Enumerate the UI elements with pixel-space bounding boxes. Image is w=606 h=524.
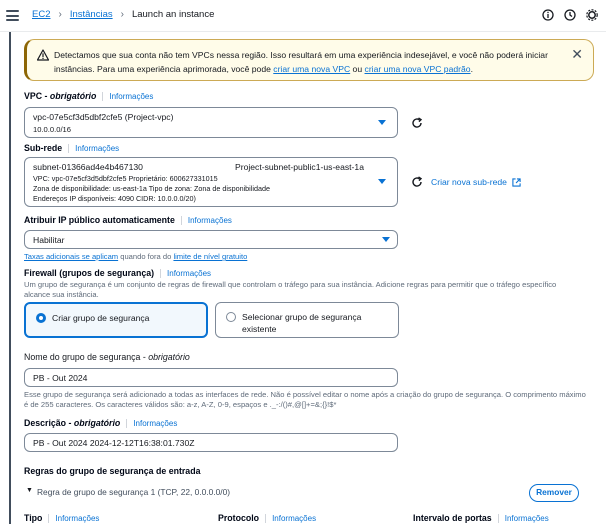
subnet-select[interactable]: subnet-01366ad4e4b467130 Project-subnet-…	[24, 157, 398, 207]
sg-description-required: obrigatório	[73, 418, 121, 428]
info-icon[interactable]	[542, 9, 554, 21]
column-protocol-label: Protocolo Informações	[218, 513, 317, 523]
vpc-cidr: 10.0.0.0/16	[33, 125, 72, 134]
subnet-label-text: Sub-rede	[24, 143, 63, 153]
public-ip-note-text: quando fora do	[118, 252, 174, 261]
radio-select-existing-security-group[interactable]: Selecionar grupo de segurança existente	[215, 302, 399, 338]
sg-description-label: Descrição - obrigatório Informações	[24, 418, 178, 428]
radio-dot	[226, 312, 236, 322]
public-ip-note: Taxas adicionais se aplicam quando fora …	[24, 252, 247, 262]
column-type-text: Tipo	[24, 513, 43, 523]
warning-text-end: .	[470, 64, 473, 74]
breadcrumb-current: Launch an instance	[131, 9, 215, 20]
caret-down-icon[interactable]: ▼	[26, 487, 33, 494]
firewall-info-link[interactable]: Informações	[160, 269, 212, 278]
firewall-label-text: Firewall (grupos de segurança)	[24, 268, 155, 278]
column-port-range-info-link[interactable]: Informações	[497, 514, 549, 523]
top-navigation-bar: EC2 › Instâncias › Launch an instance	[0, 0, 606, 32]
sg-description-value: PB - Out 2024 2024-12-12T16:38:01.730Z	[33, 438, 195, 448]
breadcrumb-ec2[interactable]: EC2	[32, 9, 50, 20]
close-icon[interactable]: ✕	[571, 47, 583, 61]
caret-down-icon	[378, 120, 386, 125]
column-protocol-info-link[interactable]: Informações	[265, 514, 317, 523]
breadcrumb-instances[interactable]: Instâncias	[70, 9, 113, 20]
public-ip-value: Habilitar	[33, 235, 65, 245]
radio-dot	[36, 313, 46, 323]
external-link-icon[interactable]	[512, 178, 521, 187]
radio-select-label-line1: Selecionar grupo de segurança	[242, 312, 362, 322]
column-protocol-text: Protocolo	[218, 513, 260, 523]
additional-charges-link[interactable]: Taxas adicionais se aplicam	[24, 252, 118, 261]
vpc-label: VPC - obrigatório Informações	[24, 91, 154, 101]
create-subnet-link[interactable]: Criar nova sub-rede	[431, 177, 507, 187]
sg-name-description: Esse grupo de segurança será adicionado …	[24, 390, 586, 409]
breadcrumb: EC2 › Instâncias › Launch an instance	[32, 9, 214, 20]
subnet-detail-zone: Zona de disponibilidade: us-east-1a Tipo…	[33, 184, 270, 193]
subnet-detail-ips: Endereços IP disponíveis: 4090 CIDR: 10.…	[33, 194, 196, 203]
radio-create-label: Criar grupo de segurança	[52, 313, 150, 323]
sg-name-label-text: Nome do grupo de segurança -	[24, 352, 149, 362]
caret-down-icon	[382, 237, 390, 242]
menu-icon[interactable]	[6, 10, 19, 21]
sg-description-label-text: Descrição -	[24, 418, 74, 428]
vpc-info-link[interactable]: Informações	[102, 92, 154, 101]
caret-down-icon	[378, 179, 386, 184]
radio-select-label: Selecionar grupo de segurança existente	[242, 311, 361, 335]
public-ip-label-text: Atribuir IP público automaticamente	[24, 215, 175, 225]
create-default-vpc-link[interactable]: criar uma nova VPC padrão	[365, 64, 471, 74]
public-ip-label: Atribuir IP público automaticamente Infor…	[24, 215, 232, 225]
sg-name-input[interactable]: PB - Out 2024	[24, 368, 398, 387]
chevron-right-icon: ›	[120, 9, 124, 20]
settings-icon[interactable]	[586, 9, 598, 21]
radio-create-security-group[interactable]: Criar grupo de segurança	[24, 302, 208, 338]
refresh-icon[interactable]	[411, 176, 423, 188]
public-ip-info-link[interactable]: Informações	[180, 216, 232, 225]
firewall-label: Firewall (grupos de segurança) Informaçõe…	[24, 268, 212, 278]
vpc-required: obrigatório	[49, 91, 97, 101]
side-navigation-rail	[9, 32, 11, 524]
sg-name-value: PB - Out 2024	[33, 373, 88, 383]
vpc-label-text: VPC -	[24, 91, 50, 101]
subnet-id: subnet-01366ad4e4b467130	[33, 162, 143, 172]
inbound-rules-title: Regras do grupo de segurança de entrada	[24, 466, 201, 476]
free-tier-limit-link[interactable]: limite de nível gratuito	[173, 252, 247, 261]
radio-select-label-line2: existente	[242, 324, 277, 334]
inbound-rule-1-label[interactable]: Regra de grupo de segurança 1 (TCP, 22, …	[37, 487, 230, 497]
create-vpc-link[interactable]: criar uma nova VPC	[273, 64, 350, 74]
warning-icon	[37, 49, 49, 61]
column-type-label: Tipo Informações	[24, 513, 100, 523]
subnet-name: Project-subnet-public1-us-east-1a	[235, 162, 364, 172]
sg-name-required: obrigatório	[148, 352, 190, 362]
subnet-label: Sub-rede Informações	[24, 143, 120, 153]
sg-description-info-link[interactable]: Informações	[126, 419, 178, 428]
sg-name-label: Nome do grupo de segurança - obrigatório	[24, 352, 190, 362]
chevron-right-icon: ›	[58, 9, 62, 20]
sg-description-input[interactable]: PB - Out 2024 2024-12-12T16:38:01.730Z	[24, 433, 398, 452]
no-vpc-warning-alert: Detectamos que sua conta não tem VPCs ne…	[24, 39, 594, 81]
vpc-select[interactable]: vpc-07e5cf3d5dbf2cfe5 (Project-vpc) 10.0…	[24, 107, 398, 138]
subnet-detail-vpc: VPC: vpc-07e5cf3d5dbf2cfe5 Proprietário:…	[33, 174, 218, 183]
vpc-select-value: vpc-07e5cf3d5dbf2cfe5 (Project-vpc)	[33, 112, 174, 122]
public-ip-select[interactable]: Habilitar	[24, 230, 398, 249]
top-actions	[542, 9, 598, 21]
firewall-description: Um grupo de segurança é um conjunto de r…	[24, 280, 557, 299]
notifications-icon[interactable]	[564, 9, 576, 21]
warning-text-or: ou	[350, 64, 365, 74]
remove-rule-button[interactable]: Remover	[529, 484, 579, 502]
warning-message: Detectamos que sua conta não tem VPCs ne…	[54, 48, 574, 76]
column-port-range-text: Intervalo de portas	[413, 513, 492, 523]
subnet-info-link[interactable]: Informações	[68, 144, 120, 153]
column-port-range-label: Intervalo de portas Informações	[413, 513, 549, 523]
refresh-icon[interactable]	[411, 117, 423, 129]
column-type-info-link[interactable]: Informações	[48, 514, 100, 523]
